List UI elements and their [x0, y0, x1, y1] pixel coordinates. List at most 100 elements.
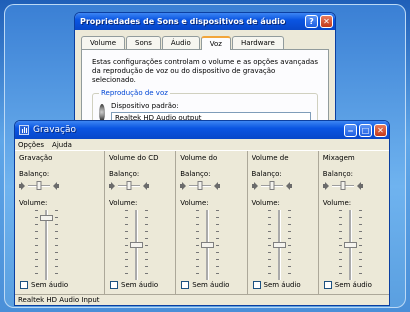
maximize-button[interactable]: □: [359, 123, 372, 137]
right-speaker-icon: [52, 182, 59, 190]
close-button[interactable]: ✕: [320, 15, 333, 28]
balance-control: [109, 180, 171, 191]
mute-checkbox[interactable]: Sem áudio: [20, 281, 68, 289]
balance-slider[interactable]: [260, 180, 283, 190]
tab-hardware[interactable]: Hardware: [231, 36, 284, 49]
volume-ticks-left: [125, 210, 128, 280]
volume-ticks-left: [267, 210, 271, 280]
mute-checkbox-box[interactable]: [20, 281, 28, 289]
channel-title: Gravação: [19, 154, 53, 162]
tab-volume[interactable]: Volume: [81, 36, 126, 49]
volume-ticks-right: [145, 210, 148, 280]
balance-control: [180, 180, 242, 191]
balance-control: [322, 180, 385, 191]
tab-strip: Volume Sons Áudio Voz Hardware: [81, 36, 335, 50]
balance-slider[interactable]: [189, 180, 212, 190]
balance-label: Balanço:: [322, 170, 354, 178]
menu-bar: Opções Ajuda: [15, 139, 389, 150]
balance-slider[interactable]: [331, 180, 354, 190]
balance-slider-thumb[interactable]: [36, 180, 42, 190]
left-speaker-icon: [322, 181, 330, 190]
recording-window-title: Gravação: [33, 125, 77, 135]
status-bar: Realtek HD Audio Input: [15, 294, 389, 305]
voice-playback-group-label: Reprodução de voz: [99, 89, 170, 97]
volume-label: Volume:: [19, 199, 48, 207]
mixer-channel: Volume do Balanço: Volume: Sem áudio: [176, 151, 248, 295]
volume-ticks-left: [35, 210, 38, 280]
tab-audio[interactable]: Áudio: [161, 36, 200, 49]
channel-title: Volume de: [251, 154, 289, 162]
volume-slider-thumb[interactable]: [272, 242, 286, 248]
mute-checkbox-box[interactable]: [323, 281, 332, 289]
left-speaker-icon: [180, 181, 187, 190]
mute-label: Sem áudio: [31, 281, 69, 289]
channel-title: Volume do: [180, 154, 218, 162]
volume-slider[interactable]: [323, 210, 385, 280]
balance-control: [251, 180, 314, 191]
volume-ticks-right: [358, 210, 362, 280]
mute-checkbox-box[interactable]: [252, 281, 261, 289]
mute-checkbox[interactable]: Sem áudio: [181, 281, 229, 289]
channel-title: Volume do CD: [109, 154, 159, 162]
balance-label: Balanço:: [109, 170, 140, 178]
minimize-button[interactable]: ‒: [344, 123, 357, 137]
volume-slider-thumb[interactable]: [343, 242, 357, 248]
mixer-channels: Gravação Balanço: Volume: Sem áudio Volume d…: [15, 150, 389, 295]
mute-label: Sem áudio: [263, 281, 301, 289]
sound-properties-title: Propriedades de Sons e dispositivos de á…: [80, 17, 286, 26]
left-speaker-icon: [19, 181, 26, 190]
mixer-channel: Mixagem Balanço: Volume: Sem áudio: [319, 151, 389, 295]
balance-slider[interactable]: [28, 180, 50, 190]
volume-slider[interactable]: [109, 210, 171, 280]
right-speaker-icon: [285, 182, 292, 190]
window-close-button[interactable]: ✕: [374, 123, 387, 137]
volume-slider-thumb[interactable]: [40, 215, 53, 222]
volume-ticks-left: [338, 210, 342, 280]
tab-voz[interactable]: Voz: [200, 36, 231, 50]
left-speaker-icon: [251, 181, 259, 190]
volume-ticks-right: [55, 210, 58, 280]
mute-checkbox-box[interactable]: [181, 281, 190, 289]
right-speaker-icon: [356, 182, 363, 190]
status-device: Realtek HD Audio Input: [18, 296, 100, 304]
volume-label: Volume:: [251, 199, 280, 207]
balance-slider[interactable]: [118, 180, 140, 190]
right-speaker-icon: [213, 182, 220, 190]
balance-slider-thumb[interactable]: [126, 180, 132, 190]
mute-checkbox[interactable]: Sem áudio: [252, 281, 301, 289]
balance-label: Balanço:: [180, 170, 211, 178]
recording-titlebar[interactable]: Gravação ‒ □ ✕: [15, 121, 389, 139]
right-speaker-icon: [142, 182, 149, 190]
help-button[interactable]: ?: [305, 15, 318, 28]
balance-slider-thumb[interactable]: [340, 180, 346, 190]
volume-slider[interactable]: [252, 210, 314, 280]
volume-label: Volume:: [322, 199, 352, 207]
menu-opcoes[interactable]: Opções: [18, 141, 44, 149]
volume-ticks-right: [216, 210, 220, 280]
mute-checkbox[interactable]: Sem áudio: [110, 281, 158, 289]
volume-label: Volume:: [180, 199, 209, 207]
mixer-channel: Gravação Balanço: Volume: Sem áudio: [15, 151, 105, 295]
sound-properties-titlebar[interactable]: Propriedades de Sons e dispositivos de á…: [75, 13, 335, 30]
mute-checkbox-box[interactable]: [110, 281, 118, 289]
volume-slider[interactable]: [180, 210, 242, 280]
volume-slider-thumb[interactable]: [201, 242, 215, 248]
mixer-channel: Volume de Balanço: Volume: Sem áudio: [248, 151, 319, 295]
volume-ticks-right: [287, 210, 291, 280]
volume-slider[interactable]: [19, 210, 100, 280]
channel-title: Mixagem: [322, 154, 355, 162]
tab-sons[interactable]: Sons: [126, 36, 161, 49]
menu-ajuda[interactable]: Ajuda: [52, 141, 72, 149]
volume-control-app-icon: [19, 125, 29, 135]
recording-control-window: Gravação ‒ □ ✕ Opções Ajuda Gravação Bala…: [14, 120, 390, 306]
balance-slider-thumb[interactable]: [197, 180, 203, 190]
balance-slider-thumb[interactable]: [269, 180, 274, 190]
left-speaker-icon: [109, 181, 116, 190]
mute-label: Sem áudio: [334, 281, 372, 289]
volume-slider-thumb[interactable]: [130, 242, 143, 248]
mute-checkbox[interactable]: Sem áudio: [323, 281, 372, 289]
screenshot-frame: Propriedades de Sons e dispositivos de á…: [4, 4, 406, 308]
volume-label: Volume:: [109, 199, 138, 207]
mute-label: Sem áudio: [121, 281, 159, 289]
mute-label: Sem áudio: [192, 281, 230, 289]
